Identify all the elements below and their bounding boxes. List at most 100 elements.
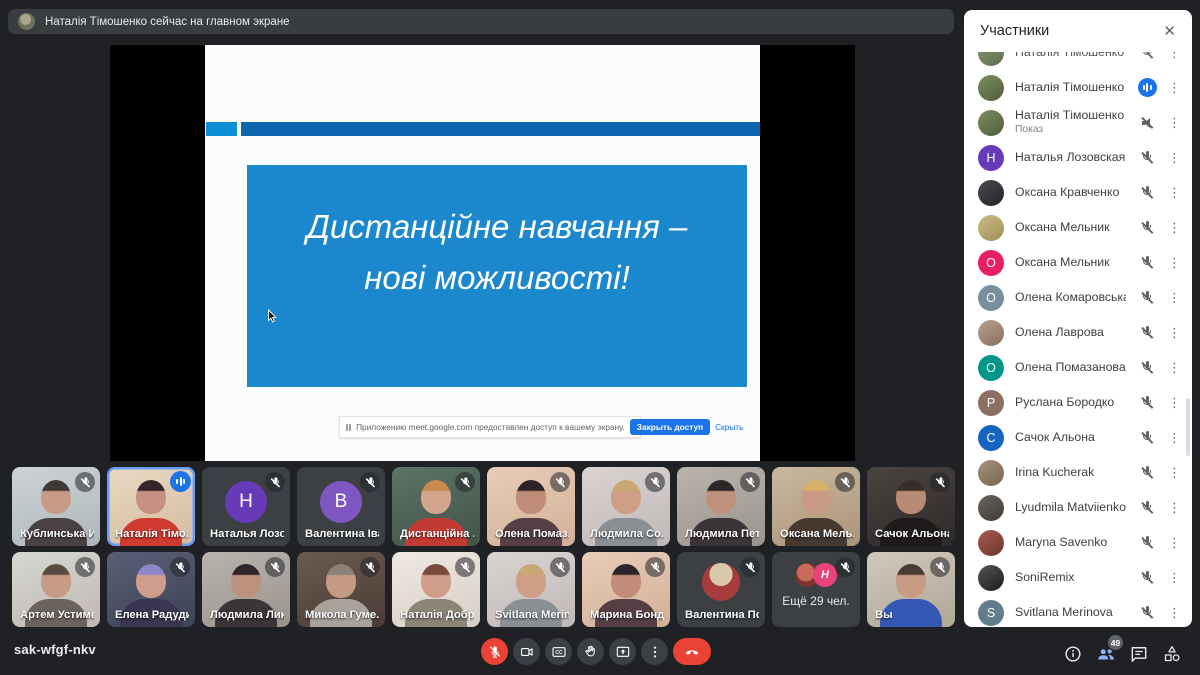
more-options-icon[interactable]: ⋮ (1168, 605, 1180, 621)
participant-name: Наталія Тімошенко (1015, 80, 1126, 95)
video-tile[interactable]: Svitlana Merin... (487, 552, 575, 627)
participant-name: Lyudmila Matviienko (1015, 500, 1126, 515)
more-options-icon[interactable]: ⋮ (1168, 115, 1180, 131)
video-tile[interactable]: Н Наталья Лозов... (202, 467, 290, 546)
mic-off-icon (1140, 255, 1155, 270)
tile-name: Людмила Со... (590, 528, 664, 540)
stop-sharing-button[interactable]: Закрыть доступ (630, 419, 710, 435)
presenter-avatar (18, 13, 35, 30)
video-tile[interactable]: Наталія Добр... (392, 552, 480, 627)
more-participants-tile[interactable]: H Ещё 29 чел. (772, 552, 860, 627)
video-tile[interactable]: Микола Гуме... (297, 552, 385, 627)
tile-name: Людмила Лик... (210, 609, 284, 621)
video-tile[interactable]: Кублинська И... (12, 467, 100, 546)
pause-icon[interactable] (346, 424, 351, 431)
more-options-icon[interactable]: ⋮ (1168, 570, 1180, 586)
video-tile[interactable]: Артем Устиме... (12, 552, 100, 627)
participant-row: Lyudmila Matviienko ⋮ (964, 490, 1192, 525)
more-options-button[interactable] (641, 638, 668, 665)
video-tile[interactable]: Оксана Мель... (772, 467, 860, 546)
more-options-icon[interactable]: ⋮ (1168, 52, 1180, 61)
self-video-tile[interactable]: Вы (867, 552, 955, 627)
avatar (978, 565, 1004, 591)
video-tile[interactable]: Дистанційна ... (392, 467, 480, 546)
video-tile[interactable]: Сачок Альона (867, 467, 955, 546)
tile-name: Сачок Альона (875, 528, 949, 540)
video-tile[interactable]: В Валентина Іван... (297, 467, 385, 546)
call-controls: CC (481, 638, 711, 665)
captions-button[interactable]: CC (545, 638, 572, 665)
tile-name: Олена Помаз... (495, 528, 569, 540)
video-tile[interactable]: Марина Бонд... (582, 552, 670, 627)
more-options-icon[interactable]: ⋮ (1168, 150, 1180, 166)
more-options-icon[interactable]: ⋮ (1168, 290, 1180, 306)
tile-name: Микола Гуме... (305, 609, 379, 621)
mic-off-icon (1140, 220, 1155, 235)
camera-toggle-button[interactable] (513, 638, 540, 665)
participant-name: Сачок Альона (1015, 430, 1126, 445)
more-options-icon[interactable]: ⋮ (1168, 500, 1180, 516)
mic-toggle-button[interactable] (481, 638, 508, 665)
tile-mute-chip (75, 472, 95, 492)
chat-button[interactable] (1128, 643, 1150, 665)
raise-hand-button[interactable] (577, 638, 604, 665)
svg-text:CC: CC (555, 650, 563, 656)
activities-button[interactable] (1161, 643, 1183, 665)
more-options-icon[interactable]: ⋮ (1168, 185, 1180, 201)
more-options-icon[interactable]: ⋮ (1168, 80, 1180, 96)
participant-row: Наталія Тімошенко Показ ⋮ (964, 105, 1192, 140)
more-options-icon[interactable]: ⋮ (1168, 430, 1180, 446)
end-call-icon (683, 643, 701, 661)
participant-row: Оксана Мельник ⋮ (964, 210, 1192, 245)
participant-name: SoniRemix (1015, 570, 1126, 585)
video-tile[interactable]: Людмила Со... (582, 467, 670, 546)
slide-title-line1: Дистанційне навчання – (307, 201, 688, 252)
more-options-icon[interactable]: ⋮ (1168, 465, 1180, 481)
video-tile[interactable]: Людмила Пет... (677, 467, 765, 546)
participant-row: О Олена Комаровська ⋮ (964, 280, 1192, 315)
avatar (978, 495, 1004, 521)
avatar: О (978, 285, 1004, 311)
panel-title: Участники (980, 23, 1049, 39)
more-options-icon[interactable]: ⋮ (1168, 395, 1180, 411)
more-options-icon[interactable]: ⋮ (1168, 535, 1180, 551)
letter-avatar: Н (225, 481, 267, 523)
mic-off-icon (1140, 465, 1155, 480)
more-options-icon[interactable]: ⋮ (1168, 360, 1180, 376)
tile-name: Кублинська И... (20, 528, 94, 540)
participant-name: Руслана Бородко (1015, 395, 1126, 410)
video-tile[interactable]: Людмила Лик... (202, 552, 290, 627)
mic-off-icon (1140, 290, 1155, 305)
participants-panel: Участники ✕ Наталія Тімошенко ⋮ Наталія … (964, 10, 1192, 627)
video-tile-active-speaker[interactable]: Наталія Тімо... (107, 467, 195, 546)
hide-notification-link[interactable]: Скрыть (715, 422, 743, 432)
share-notification-text: Приложению meet.google.com предоставлен … (356, 422, 625, 432)
tile-name: Наталія Добр... (400, 609, 474, 621)
end-call-button[interactable] (673, 638, 711, 665)
mic-off-icon (1140, 500, 1155, 515)
mic-off-icon (1140, 360, 1155, 375)
video-tile[interactable]: Олена Помаз... (487, 467, 575, 546)
more-options-icon[interactable]: ⋮ (1168, 255, 1180, 271)
video-tiles-row-1: Кублинська И... Наталія Тімо... Н Наталь… (12, 467, 955, 546)
tile-mute-chip (550, 472, 570, 492)
more-options-icon (647, 644, 663, 660)
letter-avatar: В (320, 481, 362, 523)
more-options-icon[interactable]: ⋮ (1168, 220, 1180, 236)
participant-row: Наталія Тімошенко ⋮ (964, 52, 1192, 70)
participant-row: Irina Kucherak ⋮ (964, 455, 1192, 490)
participants-button[interactable]: 49 (1095, 643, 1117, 665)
panel-scrollbar[interactable] (1186, 398, 1190, 456)
tile-mute-chip (930, 557, 950, 577)
tile-name: Svitlana Merin... (495, 609, 569, 621)
more-options-icon[interactable]: ⋮ (1168, 325, 1180, 341)
present-button[interactable] (609, 638, 636, 665)
participant-subtitle: Показ (1015, 124, 1126, 137)
participant-row: Олена Лаврова ⋮ (964, 315, 1192, 350)
video-tile[interactable]: Елена Радудик (107, 552, 195, 627)
video-tile[interactable]: Валентина Пот... (677, 552, 765, 627)
meeting-details-button[interactable] (1062, 643, 1084, 665)
tile-mute-chip (645, 472, 665, 492)
close-icon[interactable]: ✕ (1163, 22, 1176, 40)
captions-icon: CC (551, 644, 567, 660)
